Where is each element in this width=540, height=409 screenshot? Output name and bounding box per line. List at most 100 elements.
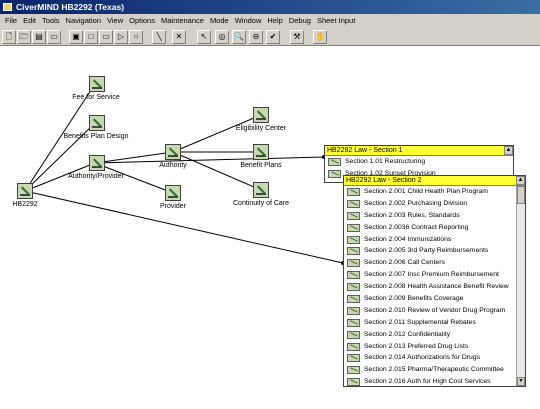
list-item-label: Section 2.015 Pharma/Therapeutic Committ…	[364, 366, 504, 374]
menu-help[interactable]: Help	[264, 14, 285, 28]
node-icon	[89, 115, 105, 131]
link-line	[24, 190, 344, 264]
list-item-label: Section 2.005 3rd Party Reimbursements	[364, 247, 489, 255]
menu-maintenance[interactable]: Maintenance	[158, 14, 207, 28]
list-item-label: Section 2.013 Preferred Drug Lists	[364, 342, 469, 350]
list-item[interactable]: Section 2.015 Pharma/Therapeutic Committ…	[344, 364, 516, 376]
folder-button[interactable]: ▭	[47, 30, 61, 44]
scroll-up-icon[interactable]: ▲	[516, 176, 525, 185]
list-item[interactable]: Section 2.014 Authorizations for Drugs	[344, 352, 516, 364]
menu-file[interactable]: File	[2, 14, 20, 28]
document-icon	[347, 295, 360, 304]
list-item[interactable]: Section 2.009 Benefits Coverage	[344, 293, 516, 305]
cross-link-icon: ✕	[175, 32, 183, 41]
document-icon	[328, 169, 341, 178]
document-icon	[347, 271, 360, 280]
list-item[interactable]: Section 2.006 Call Centers	[344, 257, 516, 269]
save-button[interactable]: ▤	[32, 30, 46, 44]
node-label: Authority	[159, 162, 187, 169]
node-icon	[17, 183, 33, 199]
link-button[interactable]: ╲	[152, 30, 166, 44]
document-icon	[347, 247, 360, 256]
menu-mode[interactable]: Mode	[207, 14, 232, 28]
zoom-out-icon: ⊖	[252, 32, 260, 41]
node-label: Authority/Provider	[68, 173, 124, 180]
list-item[interactable]: Section 1.01 Restructuring	[325, 156, 513, 168]
pointer-button[interactable]: ↖	[197, 30, 211, 44]
document-icon	[347, 318, 360, 327]
link-icon: ╲	[156, 32, 162, 41]
zoom-button[interactable]: 🔍	[232, 30, 246, 44]
scroll-down-icon[interactable]: ▼	[517, 377, 525, 386]
list-item[interactable]: Section 2.016 Auth for High Cost Service…	[344, 376, 516, 386]
list-item-label: Section 2.008 Health Assistance Benefit …	[364, 283, 509, 291]
document-icon	[347, 378, 360, 386]
scrollbar-thumb[interactable]	[517, 186, 525, 204]
tool-icon: ⚒	[293, 32, 301, 41]
node-label: Provider	[159, 203, 187, 210]
rect-button[interactable]: ▭	[99, 30, 113, 44]
menu-options[interactable]: Options	[126, 14, 158, 28]
list-item-label: Section 2.003 Rules, Standards	[364, 211, 460, 219]
square-button[interactable]: □	[84, 30, 98, 44]
section-2-window[interactable]: HB2292 Law - Section 2 ▲ Section 2.001 C…	[343, 175, 526, 387]
list-item-label: Section 1.01 Restructuring	[345, 158, 426, 165]
list-item[interactable]: Section 2.003 Rules, Standards	[344, 210, 516, 222]
hand-icon: ✋	[315, 32, 325, 41]
new-button[interactable]: 🗋	[2, 30, 16, 44]
section-2-header[interactable]: HB2292 Law - Section 2 ▲	[344, 176, 525, 186]
list-item[interactable]: Section 2.002 Purchasing Division	[344, 198, 516, 210]
section-1-header[interactable]: HB2292 Law - Section 1 ▲	[325, 146, 513, 156]
open-button[interactable]: 🗁	[17, 30, 31, 44]
list-item[interactable]: Section 2.001 Child Health Plan Program	[344, 186, 516, 198]
document-icon	[347, 211, 360, 220]
list-item[interactable]: Section 2.008 Health Assistance Benefit …	[344, 281, 516, 293]
check-button[interactable]: ✔	[266, 30, 280, 44]
menu-sheet-input[interactable]: Sheet Input	[314, 14, 358, 28]
title-bar: CiverMIND HB2292 (Texas)	[0, 0, 540, 14]
arrow-shape-button[interactable]: ▷	[114, 30, 128, 44]
menu-navigation[interactable]: Navigation	[63, 14, 104, 28]
vertical-scrollbar[interactable]: ▼	[516, 186, 525, 386]
list-item[interactable]: Section 2.005 3rd Party Reimbursements	[344, 245, 516, 257]
tool-button[interactable]: ⚒	[290, 30, 304, 44]
document-icon	[347, 366, 360, 375]
list-item[interactable]: Section 2.0036 Contract Reporting	[344, 222, 516, 234]
hand-button[interactable]: ✋	[313, 30, 327, 44]
list-item-label: Section 2.011 Supplemental Rebates	[364, 318, 476, 326]
menu-window[interactable]: Window	[232, 14, 265, 28]
node-label: HB2292	[12, 201, 38, 208]
list-item[interactable]: Section 2.007 Insc Premium Reimbursement	[344, 269, 516, 281]
cross-link-button[interactable]: ✕	[172, 30, 186, 44]
list-item[interactable]: Section 2.012 Confidentiality	[344, 329, 516, 341]
list-item[interactable]: Section 2.013 Preferred Drug Lists	[344, 341, 516, 353]
node-label: Benefits Plan Design	[63, 133, 129, 140]
toolbar: 🗋 🗁 ▤ ▭ ▣ □ ▭ ▷ ○ ╲ ✕ ↖ ◎ 🔍 ⊖ ✔ ⚒ ✋	[0, 28, 540, 46]
list-item-label: Section 2.010 Review of Vendor Drug Prog…	[364, 306, 506, 314]
zoom-out-button[interactable]: ⊖	[249, 30, 263, 44]
document-icon	[347, 354, 360, 363]
menu-debug[interactable]: Debug	[286, 14, 314, 28]
menu-tools[interactable]: Tools	[39, 14, 63, 28]
scroll-up-icon[interactable]: ▲	[504, 146, 513, 155]
save-icon: ▤	[35, 32, 43, 41]
list-item[interactable]: Section 2.011 Supplemental Rebates	[344, 317, 516, 329]
list-item[interactable]: Section 2.010 Review of Vendor Drug Prog…	[344, 305, 516, 317]
concept-map-canvas[interactable]: Fee for Service Benefits Plan Design Aut…	[0, 47, 540, 409]
document-icon	[328, 158, 341, 166]
folder-icon: ▭	[50, 32, 58, 41]
frame-button[interactable]: ▣	[69, 30, 83, 44]
node-icon	[89, 76, 105, 92]
globe-button[interactable]: ◎	[215, 30, 229, 44]
open-icon: 🗁	[19, 32, 29, 41]
menu-edit[interactable]: Edit	[20, 14, 39, 28]
document-icon	[347, 199, 360, 208]
list-item[interactable]: Section 2.004 Immunizations	[344, 234, 516, 246]
frame-icon: ▣	[72, 32, 80, 41]
circle-button[interactable]: ○	[129, 30, 143, 44]
menu-view[interactable]: View	[104, 14, 126, 28]
node-label: Fee for Service	[72, 94, 120, 101]
check-icon: ✔	[269, 32, 277, 41]
list-item-label: Section 2.009 Benefits Coverage	[364, 295, 464, 303]
new-icon: 🗋	[5, 32, 13, 41]
